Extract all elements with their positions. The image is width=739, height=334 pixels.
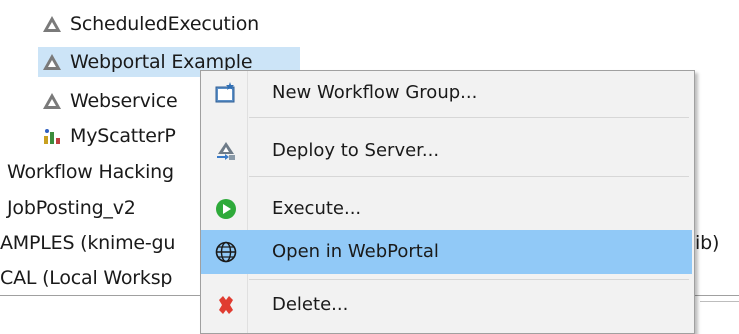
tree-item-label: ib) — [695, 232, 720, 254]
menu-separator — [249, 279, 689, 280]
tree-item-myscatterplot[interactable]: MyScatterP — [42, 121, 202, 151]
new-folder-icon — [215, 82, 235, 103]
menu-separator — [249, 176, 689, 177]
context-menu: New Workflow Group... Deploy to Server..… — [200, 70, 695, 334]
tree-item-jobposting[interactable]: JobPosting_v2 — [7, 193, 202, 223]
tree-item-label: ScheduledExecution — [70, 13, 260, 35]
tree-item-label: MyScatterP — [70, 125, 176, 147]
execute-icon — [216, 199, 236, 219]
workflow-icon — [43, 93, 61, 109]
tree-item-label: CAL (Local Worksp — [0, 267, 173, 289]
menu-item-new-workflow-group[interactable]: New Workflow Group... — [201, 71, 692, 115]
tree-item-label: JobPosting_v2 — [7, 197, 136, 219]
menu-item-deploy-to-server[interactable]: Deploy to Server... — [201, 129, 692, 173]
tree-item-label: Workflow Hacking — [7, 161, 174, 183]
tree-item-workflow-hacking[interactable]: Workflow Hacking — [7, 157, 202, 187]
menu-item-label: Deploy to Server... — [272, 140, 440, 161]
workflow-icon — [43, 16, 61, 32]
menu-item-delete[interactable]: Delete... — [201, 283, 692, 327]
panel-divider — [700, 301, 739, 302]
tree-item-examples[interactable]: AMPLES (knime-gu — [0, 228, 202, 258]
menu-item-label: Execute... — [272, 198, 362, 219]
deploy-icon — [217, 142, 235, 160]
workflow-icon — [43, 54, 61, 70]
tree-item-label: Webservice — [70, 90, 178, 112]
menu-item-execute[interactable]: Execute... — [201, 187, 692, 231]
menu-separator — [249, 117, 689, 118]
menu-item-label: New Workflow Group... — [272, 82, 478, 103]
globe-icon — [215, 241, 237, 263]
tree-item-label: AMPLES (knime-gu — [0, 232, 176, 254]
menu-item-open-in-webportal[interactable]: Open in WebPortal — [201, 230, 692, 274]
delete-icon — [219, 296, 233, 314]
tree-item-webservice[interactable]: Webservice — [42, 86, 202, 116]
tree-item-scheduled-execution[interactable]: ScheduledExecution — [42, 9, 322, 39]
menu-item-label: Open in WebPortal — [272, 241, 439, 262]
tree-item-local-workspace[interactable]: CAL (Local Worksp — [0, 263, 202, 289]
scatter-workflow-icon — [44, 129, 60, 144]
tree-item-examples-tail: ib) — [695, 228, 739, 258]
menu-item-label: Delete... — [272, 294, 349, 315]
